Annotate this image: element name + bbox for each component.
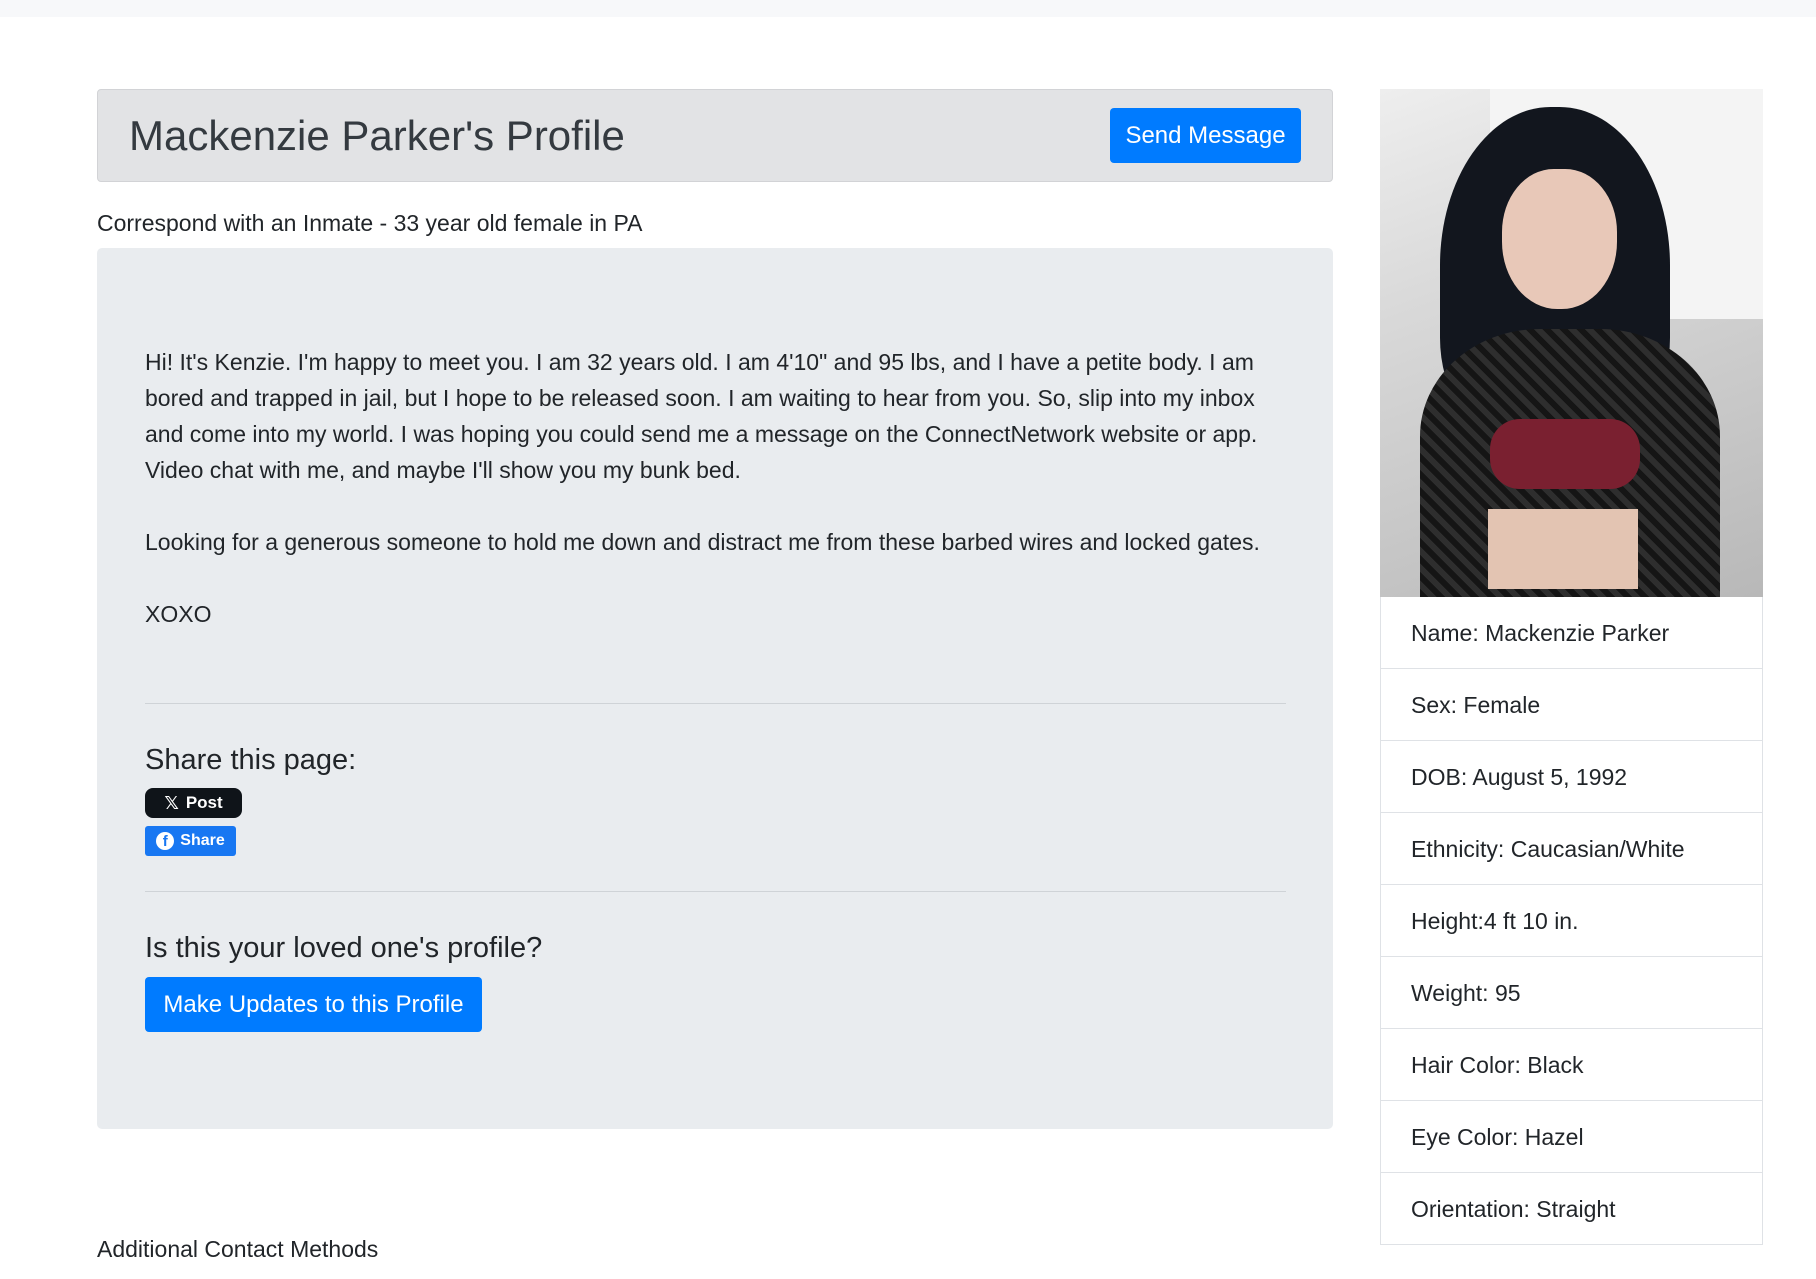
x-logo-icon: 𝕏 [164, 792, 179, 813]
profile-header: Mackenzie Parker's Profile Send Message [97, 89, 1333, 182]
detail-hair-color: Hair Color: Black [1380, 1029, 1763, 1101]
loved-one-heading: Is this your loved one's profile? [145, 932, 543, 964]
additional-contact-heading: Additional Contact Methods [97, 1236, 379, 1262]
facebook-share-label: Share [180, 832, 225, 849]
detail-name: Name: Mackenzie Parker [1380, 597, 1763, 669]
share-heading: Share this page: [145, 744, 357, 776]
bio-card: Hi! It's Kenzie. I'm happy to meet you. … [97, 248, 1333, 1129]
bio-paragraph: Hi! It's Kenzie. I'm happy to meet you. … [145, 349, 1258, 483]
profile-photo [1380, 89, 1763, 597]
x-post-button[interactable]: 𝕏 Post [145, 788, 242, 818]
detail-sex: Sex: Female [1380, 669, 1763, 741]
photo-face [1502, 169, 1617, 309]
facebook-share-button[interactable]: f Share [145, 826, 236, 856]
bio-text: Hi! It's Kenzie. I'm happy to meet you. … [145, 344, 1290, 668]
bio-signoff: XOXO [145, 601, 212, 627]
detail-ethnicity: Ethnicity: Caucasian/White [1380, 813, 1763, 885]
divider [145, 703, 1286, 704]
detail-weight: Weight: 95 [1380, 957, 1763, 1029]
detail-height: Height:4 ft 10 in. [1380, 885, 1763, 957]
page-title: Mackenzie Parker's Profile [129, 112, 625, 159]
facebook-logo-icon: f [156, 832, 175, 850]
detail-orientation: Orientation: Straight [1380, 1173, 1763, 1245]
detail-eye-color: Eye Color: Hazel [1380, 1101, 1763, 1173]
x-post-label: Post [185, 793, 223, 812]
profile-details-list: Name: Mackenzie Parker Sex: Female DOB: … [1380, 597, 1763, 1245]
send-message-button[interactable]: Send Message [1110, 108, 1301, 163]
top-bar [0, 0, 1816, 17]
profile-subtitle: Correspond with an Inmate - 33 year old … [97, 210, 643, 236]
divider [145, 891, 1286, 892]
photo-waist [1488, 509, 1638, 589]
bio-paragraph: Looking for a generous someone to hold m… [145, 529, 1260, 555]
photo-red-top [1490, 419, 1640, 489]
make-updates-button[interactable]: Make Updates to this Profile [145, 977, 482, 1032]
detail-dob: DOB: August 5, 1992 [1380, 741, 1763, 813]
